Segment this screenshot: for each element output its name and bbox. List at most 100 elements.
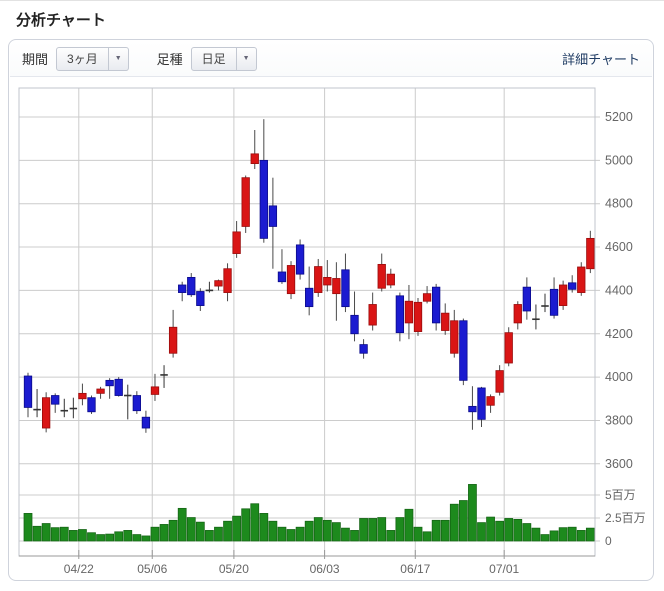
volume-bar [51,528,59,541]
volume-bar [142,536,150,541]
price-axis-label: 4800 [605,197,633,211]
volume-bar [196,522,204,541]
volume-bar [60,527,68,541]
volume-bar [432,520,440,541]
volume-axis-label: 0 [605,534,612,548]
down-candle [342,270,350,307]
chart-toolbar: 期間 3ヶ月 ▼ 足種 日足 ▼ 詳細チャート [10,41,652,77]
down-candle [197,291,205,305]
up-candle [378,264,386,288]
volume-bar [550,531,558,541]
volume-bar [287,530,295,542]
chevron-down-icon[interactable]: ▼ [236,48,256,70]
candlestick-volume-chart: 04/2205/0605/2006/0306/1707/015200500048… [9,81,655,581]
up-candle [496,371,504,393]
up-candle [233,232,241,254]
volume-bar [314,518,322,541]
volume-bar [106,534,114,541]
volume-bar [251,504,259,541]
volume-bar [514,519,522,541]
volume-bar [505,518,513,541]
up-candle [414,302,422,331]
down-candle [142,417,150,428]
up-candle [42,398,50,428]
volume-bar [305,521,313,541]
price-axis-label: 4000 [605,370,633,384]
down-candle [305,288,313,306]
volume-bar [33,526,41,541]
volume-bar [369,518,377,541]
up-candle [242,178,250,227]
up-candle [287,265,295,293]
volume-bar [151,527,159,541]
down-candle [106,380,114,385]
volume-bar [450,504,458,541]
volume-bar [78,530,86,542]
chevron-down-icon[interactable]: ▼ [108,48,128,70]
volume-bar [478,523,486,541]
volume-bar [214,527,222,541]
volume-bar [332,523,340,541]
volume-bar [532,528,540,541]
bartype-label: 足種 [157,49,183,68]
chart-panel: 期間 3ヶ月 ▼ 足種 日足 ▼ 詳細チャート 04/2205/0605/200… [8,39,654,581]
period-dropdown[interactable]: 3ヶ月 ▼ [56,47,129,71]
price-axis-label: 4200 [605,327,633,341]
volume-bar [378,518,386,541]
down-candle [88,398,96,412]
up-candle [423,294,431,302]
down-candle [115,379,123,395]
volume-bar [414,527,422,541]
up-candle [79,393,87,398]
bartype-dropdown[interactable]: 日足 ▼ [191,47,257,71]
price-axis-label: 3600 [605,457,633,471]
volume-bar [423,532,431,541]
volume-bar [351,530,359,541]
up-candle [505,333,512,363]
down-candle [360,345,368,354]
volume-bar [541,535,549,541]
chart-area: 04/2205/0605/2006/0306/1707/015200500048… [9,81,655,581]
x-axis-label: 06/03 [310,562,340,576]
volume-bar [459,501,467,541]
price-axis-label: 5200 [605,110,633,124]
up-candle [451,321,459,354]
volume-bar [115,532,123,541]
up-candle [587,238,595,268]
up-candle [324,277,332,285]
price-axis-label: 4400 [605,283,633,297]
up-candle [151,387,159,395]
volume-bar [296,527,304,541]
price-axis-label: 5000 [605,153,633,167]
up-candle [224,269,232,293]
volume-bar [360,518,368,541]
up-candle [314,267,322,293]
down-candle [568,283,576,290]
x-axis-label: 05/20 [219,562,249,576]
volume-bar [586,528,594,541]
down-candle [460,321,468,381]
down-candle [469,406,477,411]
volume-axis-label: 2.5百万 [605,511,646,525]
down-candle [396,296,404,333]
volume-bar [260,513,268,541]
up-candle [97,389,105,393]
up-candle [578,267,586,293]
up-candle [487,397,495,406]
up-candle [169,327,177,353]
price-axis-label: 3800 [605,413,633,427]
down-candle [351,315,359,333]
down-candle [550,289,558,315]
volume-bar [24,513,32,541]
volume-bar [87,533,95,541]
volume-bar [468,484,476,541]
volume-axis-label: 5百万 [605,488,636,502]
up-candle [333,278,341,293]
up-candle [559,285,567,306]
up-candle [215,281,223,286]
detail-chart-link[interactable]: 詳細チャート [562,49,640,68]
volume-bar [187,518,195,541]
volume-bar [405,509,413,541]
volume-bar [133,535,141,541]
down-candle [523,287,531,311]
